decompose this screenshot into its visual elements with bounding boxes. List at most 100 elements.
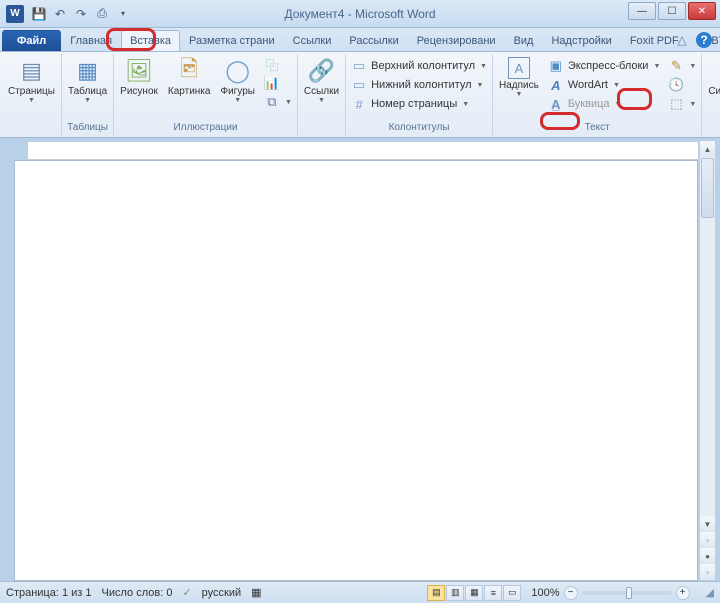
screenshot-icon: ⧉ (264, 94, 280, 110)
header-button[interactable]: ▭Верхний колонтитул▼ (348, 57, 490, 75)
quick-access-toolbar: 💾 ↶ ↷ ⎙ ▾ (30, 5, 132, 23)
minimize-button[interactable]: — (628, 2, 656, 20)
pagenumber-button[interactable]: #Номер страницы▼ (348, 95, 490, 113)
group-label (704, 121, 720, 134)
footer-button[interactable]: ▭Нижний колонтитул▼ (348, 76, 490, 94)
dropdown-icon: ▼ (477, 82, 484, 89)
next-page-icon[interactable]: ◦ (700, 564, 715, 580)
quickparts-button[interactable]: ▣Экспресс-блоки▼ (545, 57, 664, 75)
clipart-label: Картинка (168, 86, 211, 97)
dropcap-button[interactable]: A̲Буквица▼ (545, 95, 664, 113)
tab-view[interactable]: Вид (505, 30, 543, 51)
omega-icon: Ω (716, 57, 720, 85)
zoom-handle[interactable] (626, 587, 632, 599)
footer-icon: ▭ (351, 77, 367, 93)
datetime-button[interactable]: 🕓 (665, 76, 699, 94)
prev-page-icon[interactable]: ◦ (700, 532, 715, 548)
scroll-up-icon[interactable]: ▲ (700, 141, 715, 157)
vertical-scrollbar[interactable]: ▲ ▼ ◦ ● ◦ (699, 140, 716, 581)
table-label: Таблица (68, 86, 107, 97)
qat-print-icon[interactable]: ⎙ (93, 5, 111, 23)
shapes-button[interactable]: ◯ Фигуры ▼ (216, 55, 258, 106)
wordart-button[interactable]: AWordArt▼ (545, 76, 664, 94)
symbols-label: Символы (708, 86, 720, 97)
tab-mailings[interactable]: Рассылки (340, 30, 407, 51)
scroll-down-icon[interactable]: ▼ (700, 516, 715, 532)
pagenumber-icon: # (351, 96, 367, 112)
signature-icon: ✎ (668, 58, 684, 74)
tab-references[interactable]: Ссылки (284, 30, 341, 51)
tab-file[interactable]: Файл (2, 30, 61, 51)
tab-addins[interactable]: Надстройки (542, 30, 620, 51)
smartart-icon: ⿻ (264, 56, 280, 72)
view-buttons: ▤ ▥ ▦ ≡ ▭ (427, 585, 521, 601)
qat-redo-icon[interactable]: ↷ (72, 5, 90, 23)
maximize-button[interactable]: ☐ (658, 2, 686, 20)
dropdown-icon: ▼ (318, 97, 325, 104)
dropdown-icon: ▼ (613, 82, 620, 89)
dropdown-icon: ▼ (462, 101, 469, 108)
help-icon[interactable]: ? (696, 32, 712, 48)
zoom-control: 100% − + (531, 586, 689, 600)
zoom-in-button[interactable]: + (676, 586, 690, 600)
zoom-slider[interactable] (582, 591, 672, 595)
pages-button[interactable]: ▤ Страницы ▼ (4, 55, 59, 106)
tab-insert[interactable]: Вставка (121, 30, 180, 51)
picture-button[interactable]: 🖼 Рисунок (116, 55, 162, 99)
symbols-button[interactable]: Ω Символы ▼ (704, 55, 720, 106)
object-icon: ⬚ (668, 96, 684, 112)
links-button[interactable]: 🔗 Ссылки ▼ (300, 55, 343, 106)
resize-grip-icon[interactable]: ◢ (706, 586, 714, 599)
tab-home[interactable]: Главная (61, 30, 121, 51)
tab-layout[interactable]: Разметка страни (180, 30, 284, 51)
scroll-thumb[interactable] (701, 158, 714, 218)
zoom-out-button[interactable]: − (564, 586, 578, 600)
dropdown-icon: ▼ (28, 97, 35, 104)
tab-review[interactable]: Рецензировани (408, 30, 505, 51)
window-controls: — ☐ ✕ (628, 2, 716, 20)
view-web[interactable]: ▦ (465, 585, 483, 601)
group-tables: ▦ Таблица ▼ Таблицы (62, 54, 114, 135)
minimize-ribbon-icon[interactable]: △ (674, 32, 690, 48)
status-language[interactable]: русский (202, 587, 241, 599)
qat-more-icon[interactable]: ▾ (114, 5, 132, 23)
dropdown-icon: ▼ (480, 63, 487, 70)
clipart-button[interactable]: 🖻 Картинка (164, 55, 215, 99)
dropdown-icon: ▼ (615, 101, 622, 108)
close-button[interactable]: ✕ (688, 2, 716, 20)
document-canvas[interactable] (14, 160, 698, 581)
horizontal-ruler[interactable] (28, 142, 698, 160)
group-label (4, 121, 59, 134)
table-button[interactable]: ▦ Таблица ▼ (64, 55, 111, 106)
view-outline[interactable]: ≡ (484, 585, 502, 601)
signature-button[interactable]: ✎▼ (665, 57, 699, 75)
view-full-reading[interactable]: ▥ (446, 585, 464, 601)
page-icon: ▤ (17, 57, 45, 85)
picture-icon: 🖼 (125, 57, 153, 85)
dropdown-icon: ▼ (689, 101, 696, 108)
textbox-button[interactable]: A Надпись ▼ (495, 55, 543, 100)
status-page[interactable]: Страница: 1 из 1 (6, 587, 92, 599)
group-pages: ▤ Страницы ▼ (2, 54, 62, 135)
object-button[interactable]: ⬚▼ (665, 95, 699, 113)
view-draft[interactable]: ▭ (503, 585, 521, 601)
group-headerfooter: ▭Верхний колонтитул▼ ▭Нижний колонтитул▼… (346, 54, 493, 135)
app-icon: W (6, 5, 24, 23)
dropdown-icon: ▼ (653, 63, 660, 70)
macro-icon[interactable]: ▦ (251, 586, 261, 599)
chart-button[interactable]: 📊 (261, 74, 295, 92)
qat-save-icon[interactable]: 💾 (30, 5, 48, 23)
smartart-button[interactable]: ⿻ (261, 55, 295, 73)
view-print-layout[interactable]: ▤ (427, 585, 445, 601)
quickparts-icon: ▣ (548, 58, 564, 74)
qat-undo-icon[interactable]: ↶ (51, 5, 69, 23)
status-words[interactable]: Число слов: 0 (102, 587, 173, 599)
screenshot-button[interactable]: ⧉▼ (261, 93, 295, 111)
group-label: Колонтитулы (348, 121, 490, 134)
proofing-icon[interactable]: ✓ (182, 586, 191, 599)
zoom-value[interactable]: 100% (531, 587, 559, 599)
dropdown-icon: ▼ (515, 91, 522, 98)
group-links: 🔗 Ссылки ▼ (298, 54, 346, 135)
wordart-icon: A (548, 77, 564, 93)
browse-object-icon[interactable]: ● (700, 548, 715, 564)
